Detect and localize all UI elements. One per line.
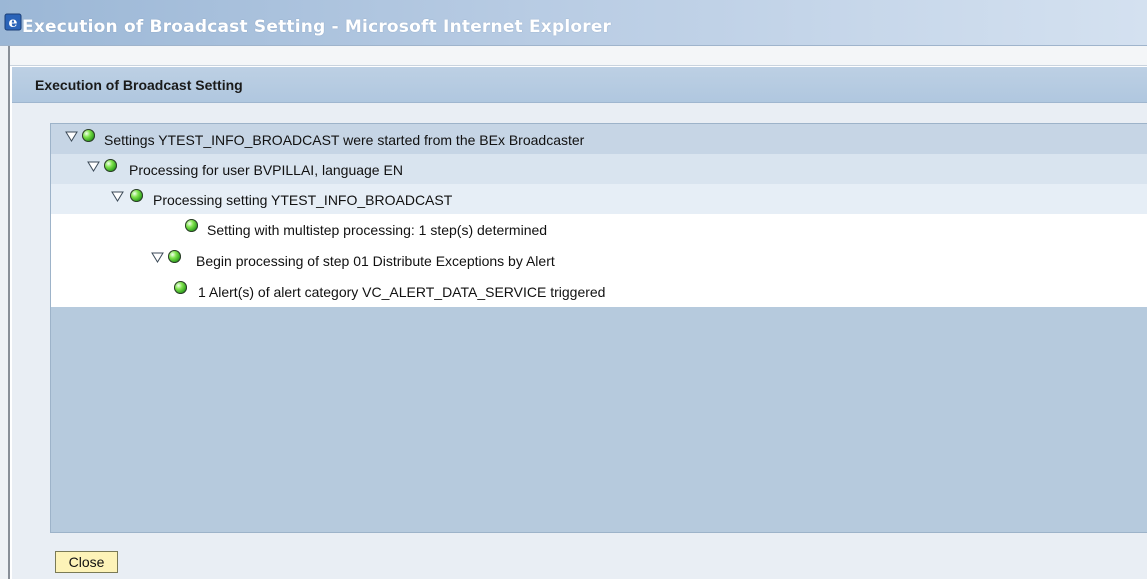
tree-item-label: 1 Alert(s) of alert category VC_ALERT_DA… [198, 284, 606, 300]
tree-row[interactable]: Begin processing of step 01 Distribute E… [51, 245, 1147, 276]
status-green-icon [82, 129, 95, 142]
status-green-icon [185, 219, 198, 232]
status-green-icon [130, 189, 143, 202]
tree-item-label: Processing setting YTEST_INFO_BROADCAST [153, 192, 453, 208]
frame-left-border [0, 46, 10, 579]
dialog-title: Execution of Broadcast Setting [35, 77, 243, 93]
tree-row[interactable]: Setting with multistep processing: 1 ste… [51, 214, 1147, 245]
svg-text:e: e [9, 15, 18, 31]
expand-triangle-icon[interactable] [87, 161, 100, 172]
expand-triangle-icon[interactable] [65, 131, 78, 142]
frame-top-border [10, 46, 1147, 66]
tree-row[interactable]: Processing for user BVPILLAI, language E… [51, 154, 1147, 184]
window-title-bar[interactable]: e Execution of Broadcast Setting - Micro… [0, 0, 1147, 46]
tree-row[interactable]: Processing setting YTEST_INFO_BROADCAST [51, 184, 1147, 214]
window-title: Execution of Broadcast Setting - Microso… [22, 17, 612, 37]
tree-item-label: Settings YTEST_INFO_BROADCAST were start… [104, 132, 585, 148]
tree-row[interactable]: Settings YTEST_INFO_BROADCAST were start… [51, 124, 1147, 154]
status-green-icon [174, 281, 187, 294]
status-green-icon [168, 250, 181, 263]
broadcast-dialog: Execution of Broadcast Setting Settings … [12, 67, 1147, 579]
close-button[interactable]: Close [55, 551, 118, 573]
tree-item-label: Setting with multistep processing: 1 ste… [207, 222, 548, 238]
tree-item-label: Begin processing of step 01 Distribute E… [196, 253, 555, 269]
dialog-header: Execution of Broadcast Setting [12, 67, 1147, 103]
status-green-icon [104, 159, 117, 172]
tree-item-label: Processing for user BVPILLAI, language E… [129, 162, 403, 178]
tree-row[interactable]: 1 Alert(s) of alert category VC_ALERT_DA… [51, 276, 1147, 307]
log-tree: Settings YTEST_INFO_BROADCAST were start… [50, 123, 1147, 533]
expand-triangle-icon[interactable] [111, 191, 124, 202]
expand-triangle-icon[interactable] [151, 252, 164, 263]
